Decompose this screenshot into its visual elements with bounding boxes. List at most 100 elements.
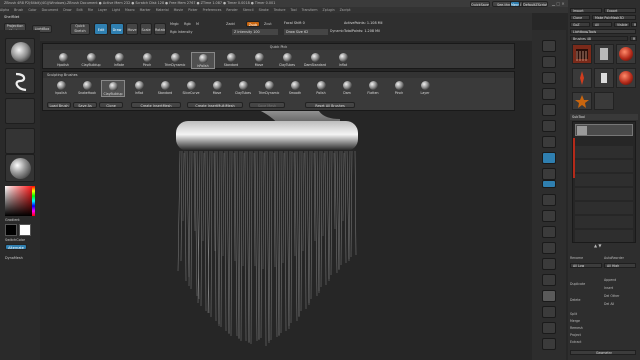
quick-pick-item[interactable]: DamStandard xyxy=(303,52,327,69)
brush-item[interactable]: hpolish xyxy=(49,80,73,97)
brush-item[interactable]: Pinch xyxy=(387,80,411,97)
merge-button[interactable]: Merge xyxy=(570,319,580,323)
project-button[interactable]: Project xyxy=(570,333,581,337)
ghost-button[interactable] xyxy=(542,306,556,318)
local-button[interactable] xyxy=(542,168,556,180)
switch-color-label[interactable]: SwitchColor xyxy=(5,238,25,242)
insert-button[interactable]: Insert xyxy=(604,286,613,290)
arrow-down-icon[interactable]: ▼ xyxy=(598,243,601,248)
zsub-toggle[interactable]: Zsub xyxy=(246,21,260,27)
make-polymesh-button[interactable]: Make PolyMesh3D xyxy=(592,15,636,20)
focal-shift-slider[interactable]: Focal Shift 0 xyxy=(284,21,324,27)
transp-button[interactable] xyxy=(542,290,556,302)
split-button[interactable]: Split xyxy=(570,312,577,316)
floor-button[interactable] xyxy=(542,152,556,164)
duplicate-button[interactable]: Duplicate xyxy=(570,282,585,286)
r-orange-button[interactable]: R xyxy=(630,36,637,41)
texture-slot[interactable] xyxy=(5,128,35,154)
bpr-button[interactable] xyxy=(542,40,556,52)
remesh-button[interactable]: Remesh xyxy=(570,326,583,330)
rgb-toggle[interactable]: Rgb xyxy=(184,22,196,28)
tool-thumbnail-extra[interactable] xyxy=(594,92,614,110)
brush-item[interactable]: TrimDynamic xyxy=(257,80,281,97)
move-button[interactable]: Move xyxy=(126,23,138,35)
append-button[interactable]: Append xyxy=(604,278,616,282)
brush-item[interactable]: Move xyxy=(205,80,229,97)
quick-pick-item[interactable]: Inflat xyxy=(331,52,355,69)
quick-pick-item[interactable]: ClayTubes xyxy=(275,52,299,69)
brush-item[interactable]: Layer xyxy=(413,80,437,97)
brush-item[interactable]: Dam xyxy=(335,80,359,97)
del-other-button[interactable]: Del Other xyxy=(604,294,619,298)
brush-item[interactable]: SnakeHook xyxy=(75,80,99,97)
xyz-button[interactable] xyxy=(542,180,556,188)
subtool-item[interactable] xyxy=(575,146,633,158)
edit-button[interactable]: Edit xyxy=(94,23,108,35)
frame-button[interactable] xyxy=(542,194,556,206)
see-through-slider[interactable]: See-through 0 xyxy=(492,1,526,7)
actual-button[interactable] xyxy=(542,104,556,116)
quick-sketch-button[interactable]: Quick Sketch xyxy=(70,23,90,35)
tool-thumbnail-simple[interactable] xyxy=(572,68,592,88)
lightbox-tools-button[interactable]: Lightbox▸Tools xyxy=(570,29,636,34)
subtool-list[interactable] xyxy=(572,121,636,243)
draw-size-slider[interactable]: Draw Size 62 xyxy=(284,29,328,35)
create-insertmesh-button[interactable]: Create InsertMesh xyxy=(131,102,181,108)
autoreorder-button[interactable]: AutoReorder xyxy=(604,256,624,260)
mrgb-toggle[interactable]: Mrgb xyxy=(170,22,182,28)
quicksave-button[interactable]: QuickSave xyxy=(470,1,490,7)
subtool-item[interactable] xyxy=(575,230,633,242)
quick-pick-item[interactable]: Inflate xyxy=(107,52,131,69)
all-high-button[interactable]: All High xyxy=(604,263,636,268)
brush-slot[interactable] xyxy=(5,38,35,64)
dynamic-toggle[interactable]: Dynamic xyxy=(330,29,344,35)
tool-thumbnail-brush[interactable] xyxy=(572,44,592,64)
brush-item-selected[interactable]: ClayBuildup xyxy=(101,80,125,97)
stroke-slot[interactable] xyxy=(5,68,35,94)
visible-button[interactable]: Visible xyxy=(614,22,630,27)
close-icon[interactable]: ✕ xyxy=(561,1,564,6)
move-view-button[interactable] xyxy=(542,210,556,222)
subtool-item[interactable] xyxy=(575,216,633,228)
tool-thumbnail-sphere[interactable] xyxy=(616,44,636,64)
quick-pick-item[interactable]: ClayBuildup xyxy=(79,52,103,69)
arrow-up-icon[interactable]: ▲ xyxy=(594,243,597,248)
aahalf-button[interactable] xyxy=(542,120,556,132)
subtool-scrollbar[interactable] xyxy=(573,138,575,178)
quick-pick-item-selected[interactable]: hPolish xyxy=(191,52,215,69)
quick-pick-item[interactable]: Move xyxy=(247,52,271,69)
brush-item[interactable]: ClayTubes xyxy=(231,80,255,97)
del-all-button[interactable]: Del All xyxy=(604,302,614,306)
line-fill-button[interactable] xyxy=(542,258,556,270)
rotate-view-button[interactable] xyxy=(542,242,556,254)
zoom-button[interactable] xyxy=(542,88,556,100)
brush-item[interactable]: Standard xyxy=(153,80,177,97)
alpha-slot[interactable] xyxy=(5,98,35,124)
maximize-icon[interactable]: □ xyxy=(556,1,560,6)
quick-pick-item[interactable]: TrimDynamic xyxy=(163,52,187,69)
m-toggle[interactable]: M xyxy=(196,22,202,28)
secondary-color-swatch[interactable] xyxy=(19,224,31,236)
clone-tool-button[interactable]: Clone xyxy=(570,15,590,20)
subtool-header[interactable]: SubTool xyxy=(570,114,638,120)
clone-brush-button[interactable]: Clone xyxy=(99,102,123,108)
rgb-intensity-slider[interactable]: Rgb Intensity xyxy=(170,30,210,36)
gradient-label[interactable]: Gradient xyxy=(5,218,20,222)
draw-button[interactable]: Draw xyxy=(110,23,124,35)
rename-button[interactable]: Rename xyxy=(570,256,583,260)
scale-button[interactable]: Scale xyxy=(140,23,152,35)
quick-pick-item[interactable]: Pinch xyxy=(135,52,159,69)
scroll-button[interactable] xyxy=(542,72,556,84)
tool-thumbnail-sphere2[interactable] xyxy=(616,68,636,88)
reset-all-brushes-button[interactable]: Reset All Brushes xyxy=(305,102,355,108)
load-brush-button[interactable]: Load Brush xyxy=(47,102,71,108)
spix-button[interactable] xyxy=(542,56,556,68)
color-picker[interactable] xyxy=(5,186,35,216)
solo-button[interactable] xyxy=(542,322,556,334)
brush-item[interactable]: Inflat xyxy=(127,80,151,97)
persp-button[interactable] xyxy=(542,136,556,148)
export-button[interactable]: Export xyxy=(604,8,636,13)
xpose-button[interactable] xyxy=(542,338,556,350)
zoom3d-button[interactable] xyxy=(542,226,556,238)
delete-button[interactable]: Delete xyxy=(570,298,580,302)
